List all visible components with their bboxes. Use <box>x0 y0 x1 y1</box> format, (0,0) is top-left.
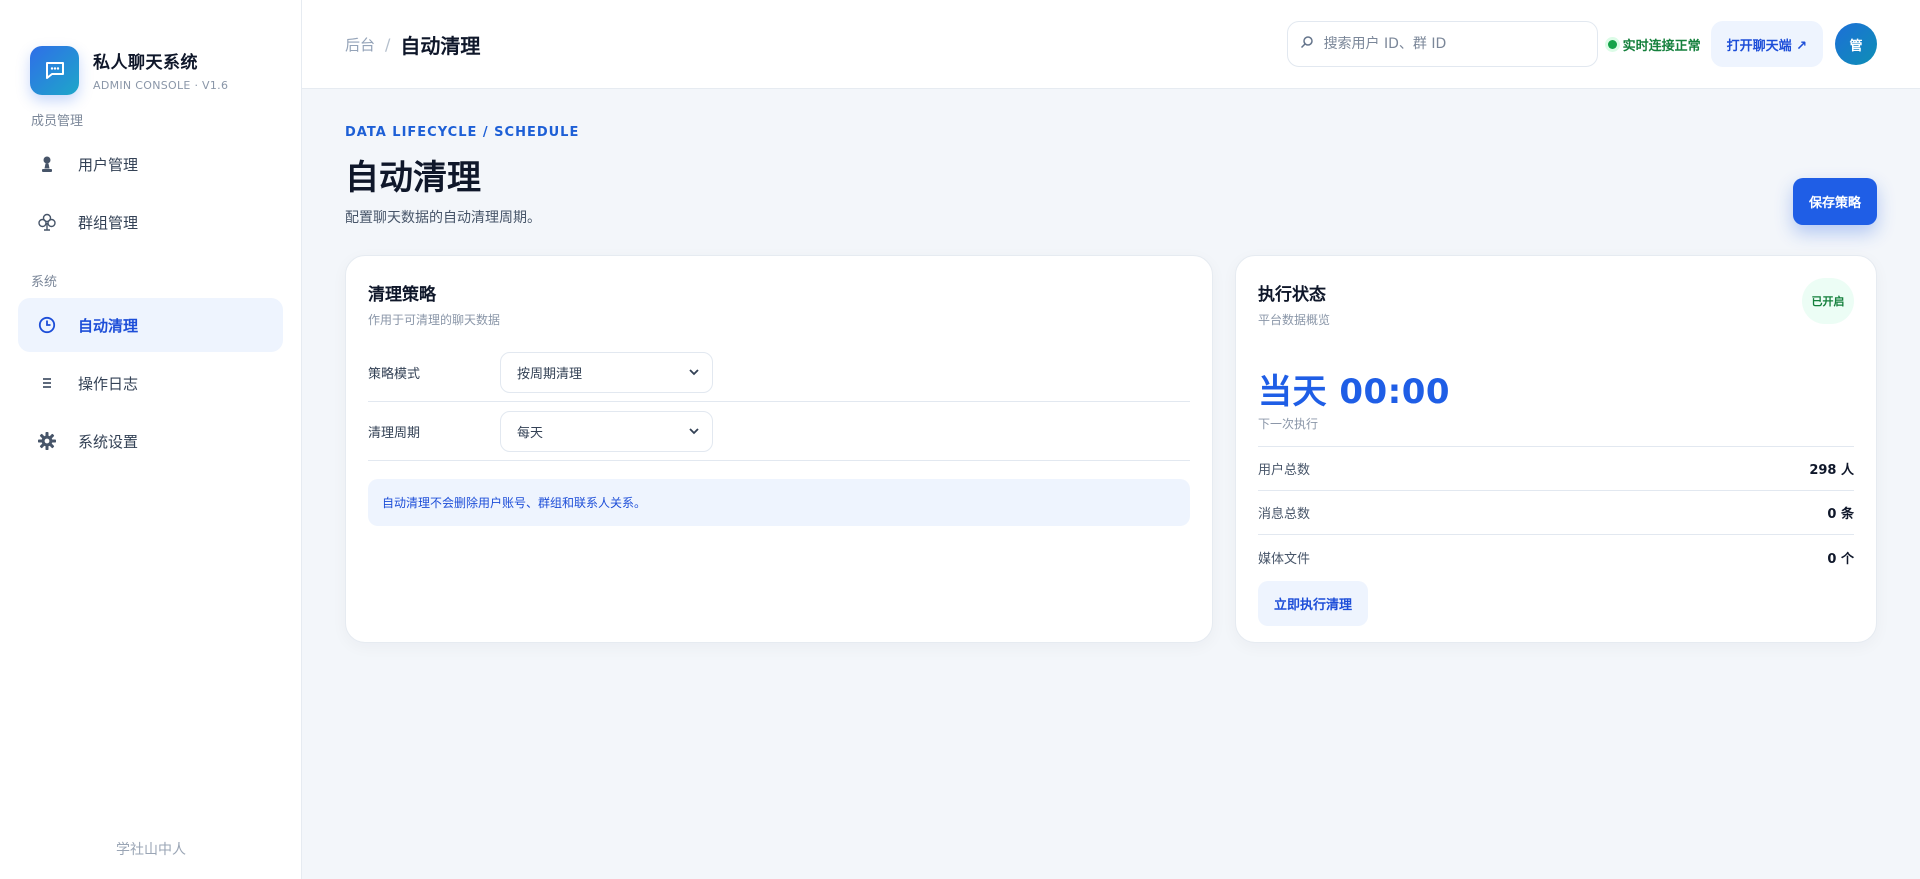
brand-title: 私人聊天系统 <box>93 53 198 73</box>
page-header: DATA LIFECYCLE / SCHEDULE 自动清理 配置聊天数据的自动… <box>302 89 1920 255</box>
app-root: 私人聊天系统 ADMIN CONSOLE · V1.6 成员管理 用户管理 群组… <box>0 0 1920 879</box>
period-select[interactable]: 每天 <box>500 410 713 452</box>
topbar: 后台 / 自动清理 实时连接正常 <box>302 0 1920 89</box>
sidebar-item-users[interactable]: 用户管理 <box>18 137 283 191</box>
group-icon <box>36 211 58 233</box>
status-card-subtitle: 平台数据概览 <box>1258 313 1331 327</box>
user-icon <box>36 153 58 175</box>
sidebar-item-logs[interactable]: 操作日志 <box>18 356 283 410</box>
breadcrumb-separator: / <box>385 34 391 54</box>
stats-list: 用户总数 298 人 消息总数 0 条 媒体文件 0 个 <box>1258 446 1854 579</box>
period-row: 清理周期 每天 <box>368 402 1190 461</box>
mode-label: 策略模式 <box>368 366 421 382</box>
stat-value: 0 条 <box>1827 507 1854 522</box>
connection-status: 实时连接正常 <box>1607 35 1701 54</box>
breadcrumb: 后台 / 自动清理 <box>345 30 480 59</box>
nav-section-members: 成员管理 <box>31 114 84 129</box>
policy-card-title: 清理策略 <box>368 285 436 305</box>
enabled-badge: 已开启 <box>1802 278 1854 324</box>
chevron-down-icon <box>687 365 701 383</box>
next-run-label: 下一次执行 <box>1258 417 1319 431</box>
main-content: 后台 / 自动清理 实时连接正常 <box>302 0 1920 879</box>
cards-row: 清理策略 作用于可清理的聊天数据 策略模式 按周期清理 清理周期 每天 自动清理… <box>302 255 1920 643</box>
clock-icon <box>36 314 58 336</box>
save-policy-button[interactable]: 保存策略 <box>1792 178 1877 225</box>
sidebar-item-label: 操作日志 <box>78 374 139 393</box>
avatar[interactable]: 管 <box>1835 23 1877 65</box>
stat-label: 用户总数 <box>1258 463 1311 478</box>
next-run-time: 当天 00:00 <box>1258 372 1451 412</box>
mode-select-value[interactable]: 按周期清理 <box>500 351 713 393</box>
open-chat-button[interactable]: 打开聊天端 ↗ <box>1710 21 1823 67</box>
chat-bubble-icon <box>30 45 79 95</box>
sidebar-item-settings[interactable]: 系统设置 <box>18 414 283 468</box>
stat-value: 0 个 <box>1827 551 1854 567</box>
sidebar-item-label: 自动清理 <box>78 316 139 335</box>
status-card: 执行状态 平台数据概览 已开启 当天 00:00 下一次执行 用户总数 298 … <box>1235 255 1877 643</box>
page-description: 配置聊天数据的自动清理周期。 <box>345 210 541 226</box>
run-clean-now-button[interactable]: 立即执行清理 <box>1258 581 1369 626</box>
sidebar-item-label: 用户管理 <box>78 155 139 174</box>
policy-card-subtitle: 作用于可清理的聊天数据 <box>368 313 501 327</box>
sidebar: 私人聊天系统 ADMIN CONSOLE · V1.6 成员管理 用户管理 群组… <box>0 0 302 879</box>
sidebar-item-groups[interactable]: 群组管理 <box>18 195 283 249</box>
stat-row-media: 媒体文件 0 个 <box>1258 535 1854 579</box>
policy-card: 清理策略 作用于可清理的聊天数据 策略模式 按周期清理 清理周期 每天 自动清理… <box>345 255 1213 643</box>
period-label: 清理周期 <box>368 425 421 441</box>
page-title: 自动清理 <box>345 158 481 198</box>
search-input[interactable] <box>1323 36 1564 52</box>
search-box[interactable] <box>1286 21 1598 67</box>
page-eyebrow: DATA LIFECYCLE / SCHEDULE <box>345 125 580 140</box>
status-dot-icon <box>1607 39 1617 49</box>
sidebar-item-auto-clean[interactable]: 自动清理 <box>18 298 283 352</box>
stat-label: 消息总数 <box>1258 507 1311 522</box>
gear-icon <box>36 430 58 452</box>
sidebar-item-label: 系统设置 <box>78 432 139 451</box>
mode-row: 策略模式 按周期清理 <box>368 343 1190 402</box>
policy-notice: 自动清理不会删除用户账号、群组和联系人关系。 <box>368 479 1190 526</box>
sidebar-footer: 学社山中人 <box>116 842 186 858</box>
nav-section-system: 系统 <box>31 275 58 290</box>
chevron-down-icon <box>687 424 701 442</box>
brand: 私人聊天系统 ADMIN CONSOLE · V1.6 <box>0 0 301 110</box>
search-icon <box>1300 35 1314 53</box>
stat-row-messages: 消息总数 0 条 <box>1258 491 1854 535</box>
stat-value: 298 人 <box>1809 463 1854 478</box>
status-card-title: 执行状态 <box>1258 285 1326 305</box>
period-select-value[interactable]: 每天 <box>500 410 713 452</box>
stat-row-users: 用户总数 298 人 <box>1258 447 1854 491</box>
stat-label: 媒体文件 <box>1258 551 1311 567</box>
breadcrumb-root[interactable]: 后台 <box>345 34 375 55</box>
sidebar-item-label: 群组管理 <box>78 213 139 232</box>
brand-subtitle: ADMIN CONSOLE · V1.6 <box>93 79 229 92</box>
breadcrumb-current: 自动清理 <box>400 33 481 58</box>
connection-status-text: 实时连接正常 <box>1622 38 1701 54</box>
mode-select[interactable]: 按周期清理 <box>500 351 713 393</box>
list-icon <box>36 372 58 394</box>
